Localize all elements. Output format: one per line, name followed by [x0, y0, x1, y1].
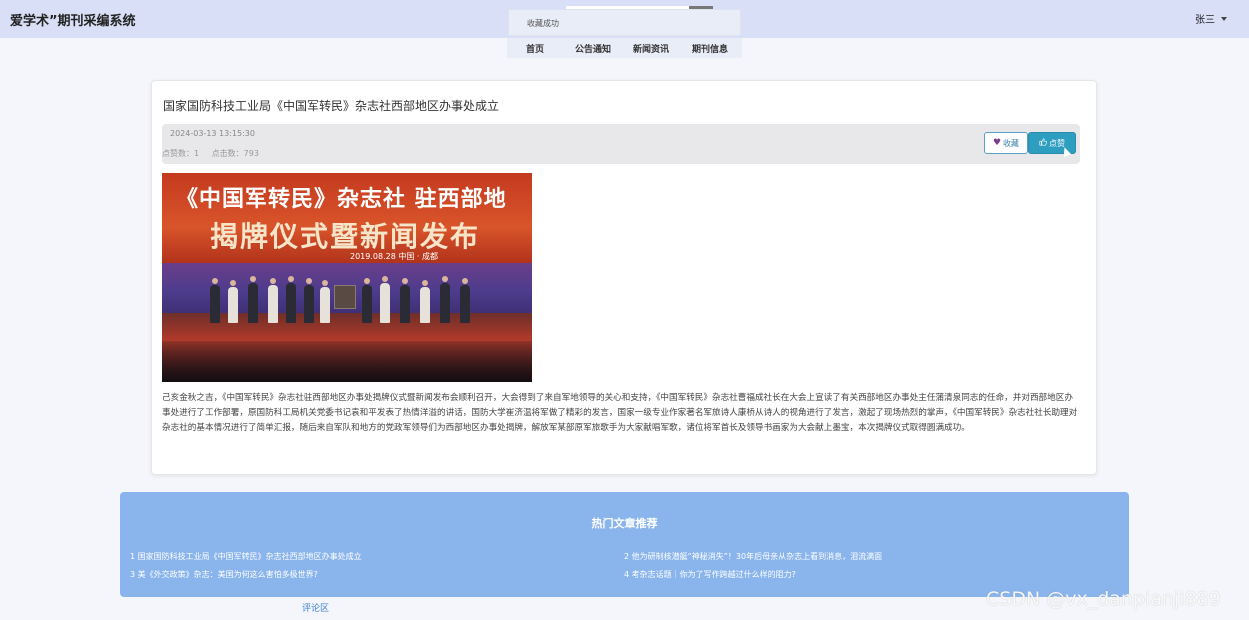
- article-body: 己亥金秋之吉，《中国军转民》杂志社驻西部地区办事处揭牌仪式暨新闻发布会顺利召开，…: [162, 393, 1078, 433]
- chevron-down-icon: [1221, 16, 1227, 21]
- image-person: [228, 280, 238, 323]
- image-person: [460, 278, 470, 323]
- image-banner-line2: 揭牌仪式暨新闻发布: [210, 220, 481, 253]
- watermark: CSDN @vx_danpianji889: [986, 588, 1221, 610]
- image-podium: [334, 285, 356, 309]
- image-person: [210, 278, 220, 323]
- like-count: 点赞数：1: [162, 149, 200, 158]
- article-stats: 点赞数：1 点击数：793: [162, 148, 269, 159]
- nav-journals[interactable]: 期刊信息: [692, 42, 728, 55]
- main-nav: 首页 公告通知 新闻资讯 期刊信息: [507, 38, 742, 58]
- success-toast: 收藏成功: [508, 9, 741, 36]
- thumbs-up-icon: [1039, 138, 1047, 148]
- favorite-button[interactable]: ♥ 收藏: [984, 132, 1028, 154]
- user-name: 张三: [1195, 15, 1215, 26]
- article-image: 《中国军转民》杂志社 驻西部地 揭牌仪式暨新闻发布 2019.08.28 中国 …: [162, 173, 532, 382]
- toast-message: 收藏成功: [527, 19, 559, 28]
- image-person: [420, 280, 430, 323]
- image-person: [400, 278, 410, 323]
- nav-home[interactable]: 首页: [526, 42, 544, 55]
- hot-article-link[interactable]: 3 美《外交政策》杂志：美国为何这么害怕多极世界?: [130, 569, 318, 580]
- article-date: 2024-03-13 13:15:30: [170, 129, 255, 138]
- app-brand: 爱学术”期刊采编系统: [10, 14, 136, 29]
- hot-articles-panel: 热门文章推荐 1 国家国防科技工业局《中国军转民》杂志社西部地区办事处成立 2 …: [120, 492, 1129, 597]
- nav-news[interactable]: 新闻资讯: [633, 42, 669, 55]
- hot-article-link[interactable]: 2 他为研制核潜艇“神秘消失”！30年后母亲从杂志上看到消息，泪流满面: [624, 551, 882, 562]
- comments-section-link[interactable]: 评论区: [302, 601, 329, 614]
- image-person: [268, 278, 278, 323]
- image-person: [380, 276, 390, 323]
- image-banner: 《中国军转民》杂志社 驻西部地 揭牌仪式暨新闻发布 2019.08.28 中国 …: [162, 173, 532, 263]
- image-person: [320, 280, 330, 323]
- article-title: 国家国防科技工业局《中国军转民》杂志社西部地区办事处成立: [163, 99, 500, 113]
- image-person: [304, 278, 314, 323]
- image-person: [362, 278, 372, 323]
- image-banner-line1: 《中国军转民》杂志社 驻西部地: [176, 187, 507, 212]
- article-card: 国家国防科技工业局《中国军转民》杂志社西部地区办事处成立 2024-03-13 …: [151, 80, 1097, 475]
- image-banner-date: 2019.08.28 中国 · 成都: [350, 252, 438, 261]
- favorite-label: 收藏: [1003, 138, 1020, 148]
- image-audience: [162, 341, 532, 382]
- article-meta-bar: 2024-03-13 13:15:30 点赞数：1 点击数：793 ♥ 收藏 点…: [162, 124, 1080, 164]
- click-count: 点击数：793: [211, 149, 259, 158]
- hot-articles-title: 热门文章推荐: [591, 517, 658, 530]
- hot-article-link[interactable]: 4 考杂志话题｜你为了写作跨越过什么样的阻力?: [624, 569, 796, 580]
- image-person: [440, 276, 450, 323]
- image-person: [286, 276, 296, 323]
- nav-announcements[interactable]: 公告通知: [575, 42, 611, 55]
- user-menu[interactable]: 张三: [1195, 11, 1227, 26]
- hot-article-link[interactable]: 1 国家国防科技工业局《中国军转民》杂志社西部地区办事处成立: [130, 551, 362, 562]
- image-person: [248, 276, 258, 323]
- heart-icon: ♥: [992, 138, 1002, 148]
